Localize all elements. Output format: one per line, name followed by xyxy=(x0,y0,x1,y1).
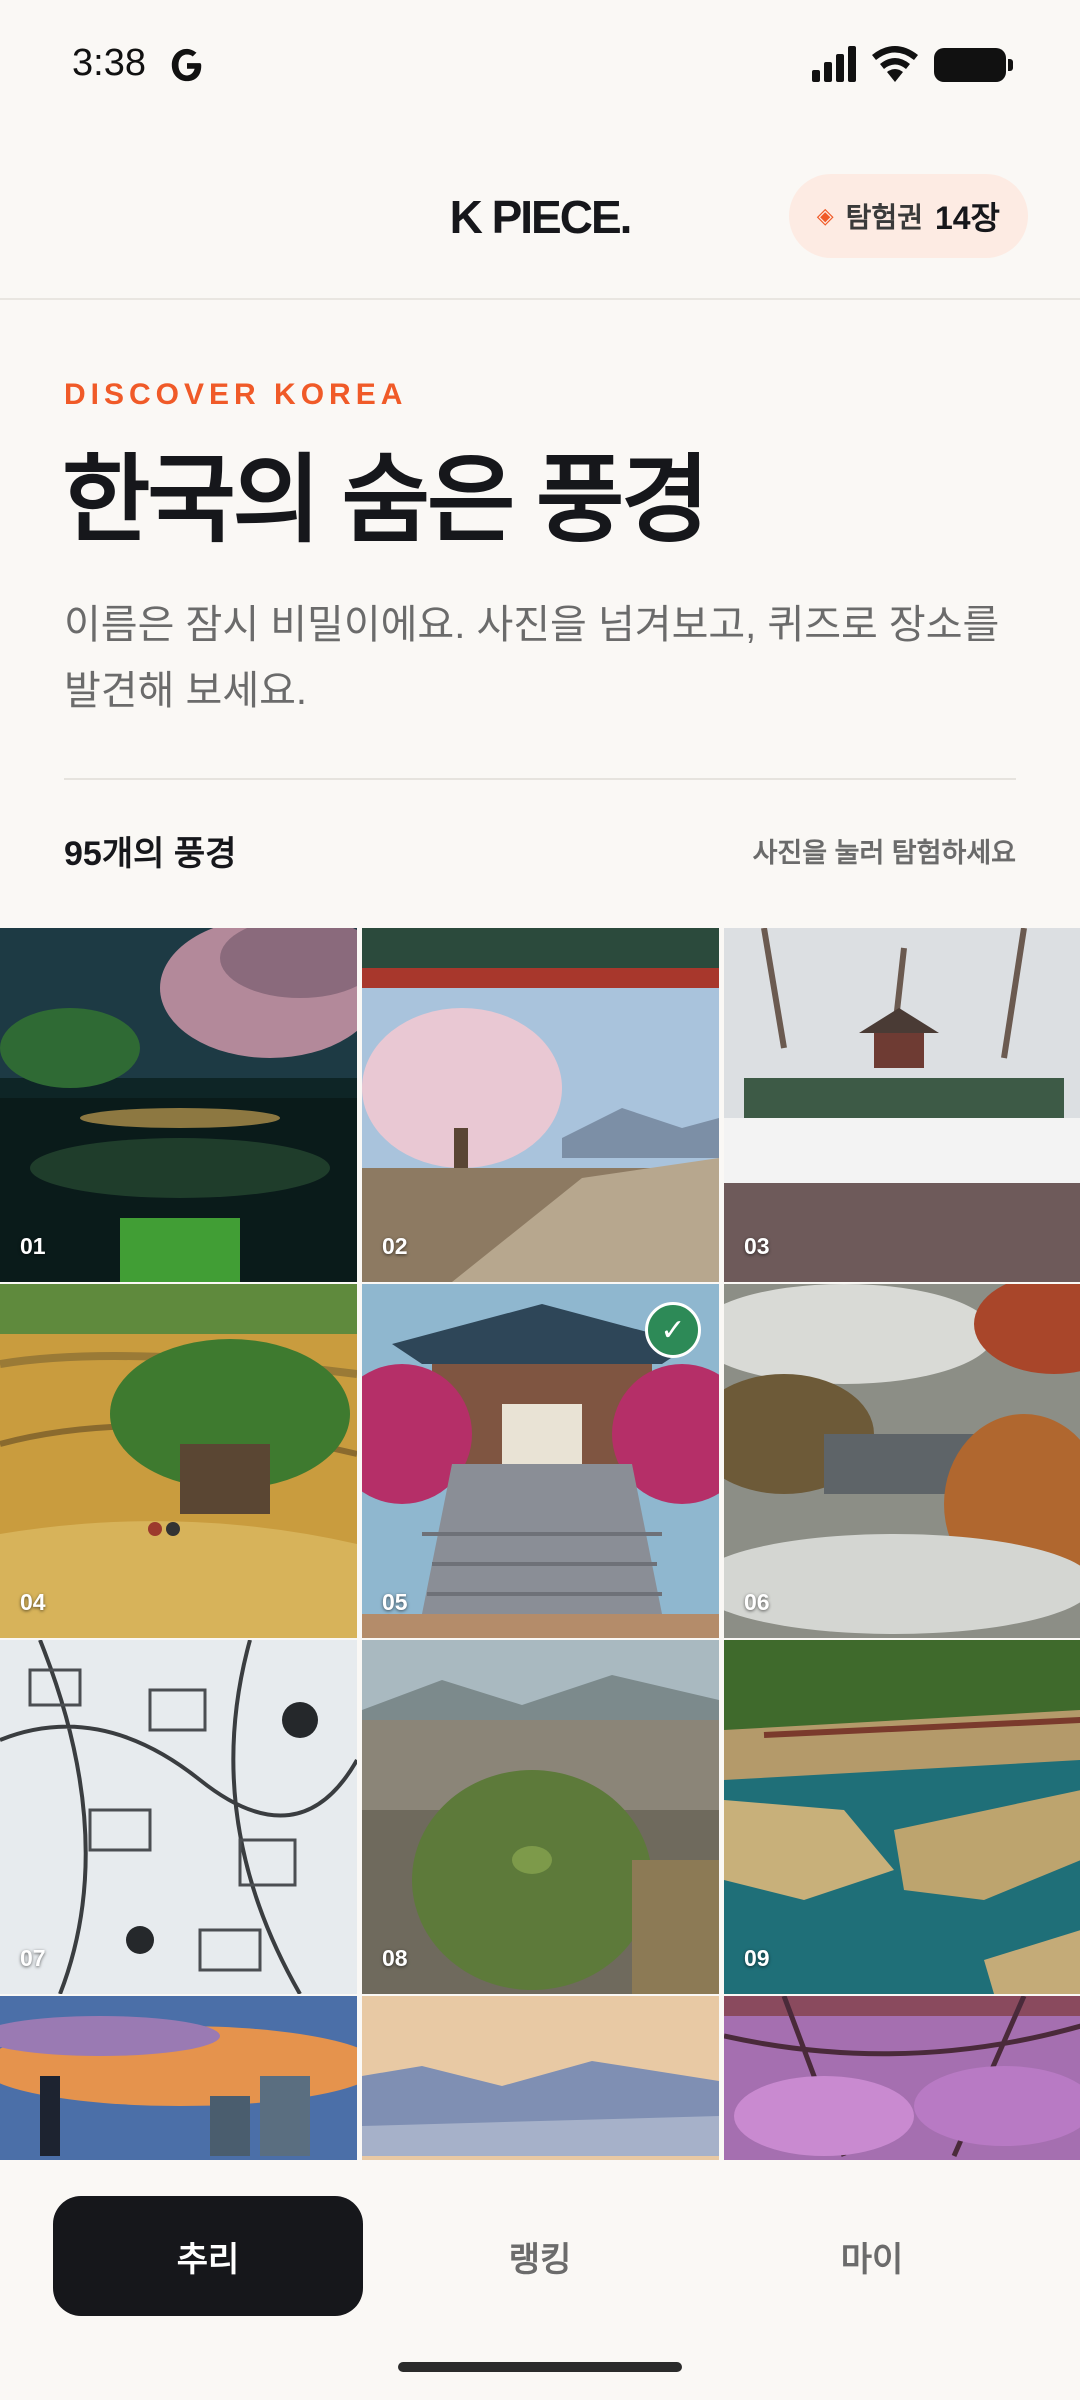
photo-tile[interactable]: 08 xyxy=(362,1640,719,1994)
photo-tile[interactable]: 01 xyxy=(0,928,357,1282)
photo-tile[interactable]: 12 xyxy=(724,1996,1080,2160)
tile-image-golden-field xyxy=(0,1284,357,1638)
tile-image-cherry-fortress xyxy=(362,928,719,1282)
ticket-diamond-icon: ◈ xyxy=(816,203,834,228)
solved-check-icon: ✓ xyxy=(645,1302,701,1358)
tile-image-purple-blossoms xyxy=(724,1996,1080,2160)
tile-image-snowy-pavilion xyxy=(724,928,1080,1282)
tile-image-coastal-cliffs xyxy=(724,1640,1080,1994)
nav-item-guess[interactable]: 추리 xyxy=(53,2196,363,2316)
tile-image-tomb-park xyxy=(362,1640,719,1994)
status-bar: 3:38 xyxy=(0,0,1080,130)
tile-number: 08 xyxy=(382,1945,408,1971)
tile-number: 03 xyxy=(744,1233,770,1259)
home-indicator[interactable] xyxy=(398,2362,682,2372)
ticket-label: 탐험권 xyxy=(845,202,923,233)
photo-tile[interactable]: 04 xyxy=(0,1284,357,1638)
page-title: 한국의 숨은 풍경 xyxy=(62,447,710,554)
battery-icon xyxy=(934,48,1013,82)
tile-image-night-lake xyxy=(0,928,357,1282)
photo-tile[interactable]: 05 ✓ xyxy=(362,1284,719,1638)
nav-item-my[interactable]: 마이 xyxy=(717,2196,1027,2316)
ticket-count: 14장 xyxy=(934,200,1000,236)
landscape-count: 95개의 풍경 xyxy=(64,835,237,873)
divider xyxy=(64,778,1016,780)
tile-number: 02 xyxy=(382,1233,408,1259)
status-time: 3:38 xyxy=(72,42,146,84)
photo-tile[interactable]: 06 xyxy=(724,1284,1080,1638)
tile-number: 07 xyxy=(20,1945,46,1971)
list-header: 95개의 풍경 사진을 눌러 탐험하세요 xyxy=(64,826,1016,875)
tile-number: 09 xyxy=(744,1945,770,1971)
tile-image-sunset-city xyxy=(0,1996,357,2160)
photo-tile[interactable]: 07 xyxy=(0,1640,357,1994)
page-subtitle: 이름은 잠시 비밀이에요. 사진을 넘겨보고, 퀴즈로 장소를 발견해 보세요. xyxy=(64,603,1000,713)
tile-number: 01 xyxy=(20,1233,46,1259)
tile-number: 04 xyxy=(20,1589,46,1615)
app-header: K PIECE. ◈ 탐험권 14장 xyxy=(0,130,1080,300)
section-eyebrow: DISCOVER KOREA xyxy=(64,378,408,411)
tile-number: 05 xyxy=(382,1589,408,1615)
photo-tile[interactable]: 02 xyxy=(362,928,719,1282)
google-icon xyxy=(171,48,202,82)
tile-image-snowy-village xyxy=(0,1640,357,1994)
explore-hint: 사진을 눌러 탐험하세요 xyxy=(752,838,1016,868)
nav-item-ranking[interactable]: 랭킹 xyxy=(385,2196,695,2316)
signal-icon xyxy=(812,46,856,82)
tile-number: 06 xyxy=(744,1589,770,1615)
photo-grid: 01 02 03 04 05 ✓ 06 07 08 09 xyxy=(0,928,1080,2160)
wifi-icon xyxy=(872,46,918,82)
photo-tile[interactable]: 11 xyxy=(362,1996,719,2160)
ticket-badge[interactable]: ◈ 탐험권 14장 xyxy=(788,174,1028,258)
tile-image-mountain-haze xyxy=(362,1996,719,2160)
photo-tile[interactable]: 03 xyxy=(724,928,1080,1282)
photo-tile[interactable]: 09 xyxy=(724,1640,1080,1994)
tile-image-misty-temple xyxy=(724,1284,1080,1638)
photo-tile[interactable]: 10 xyxy=(0,1996,357,2160)
